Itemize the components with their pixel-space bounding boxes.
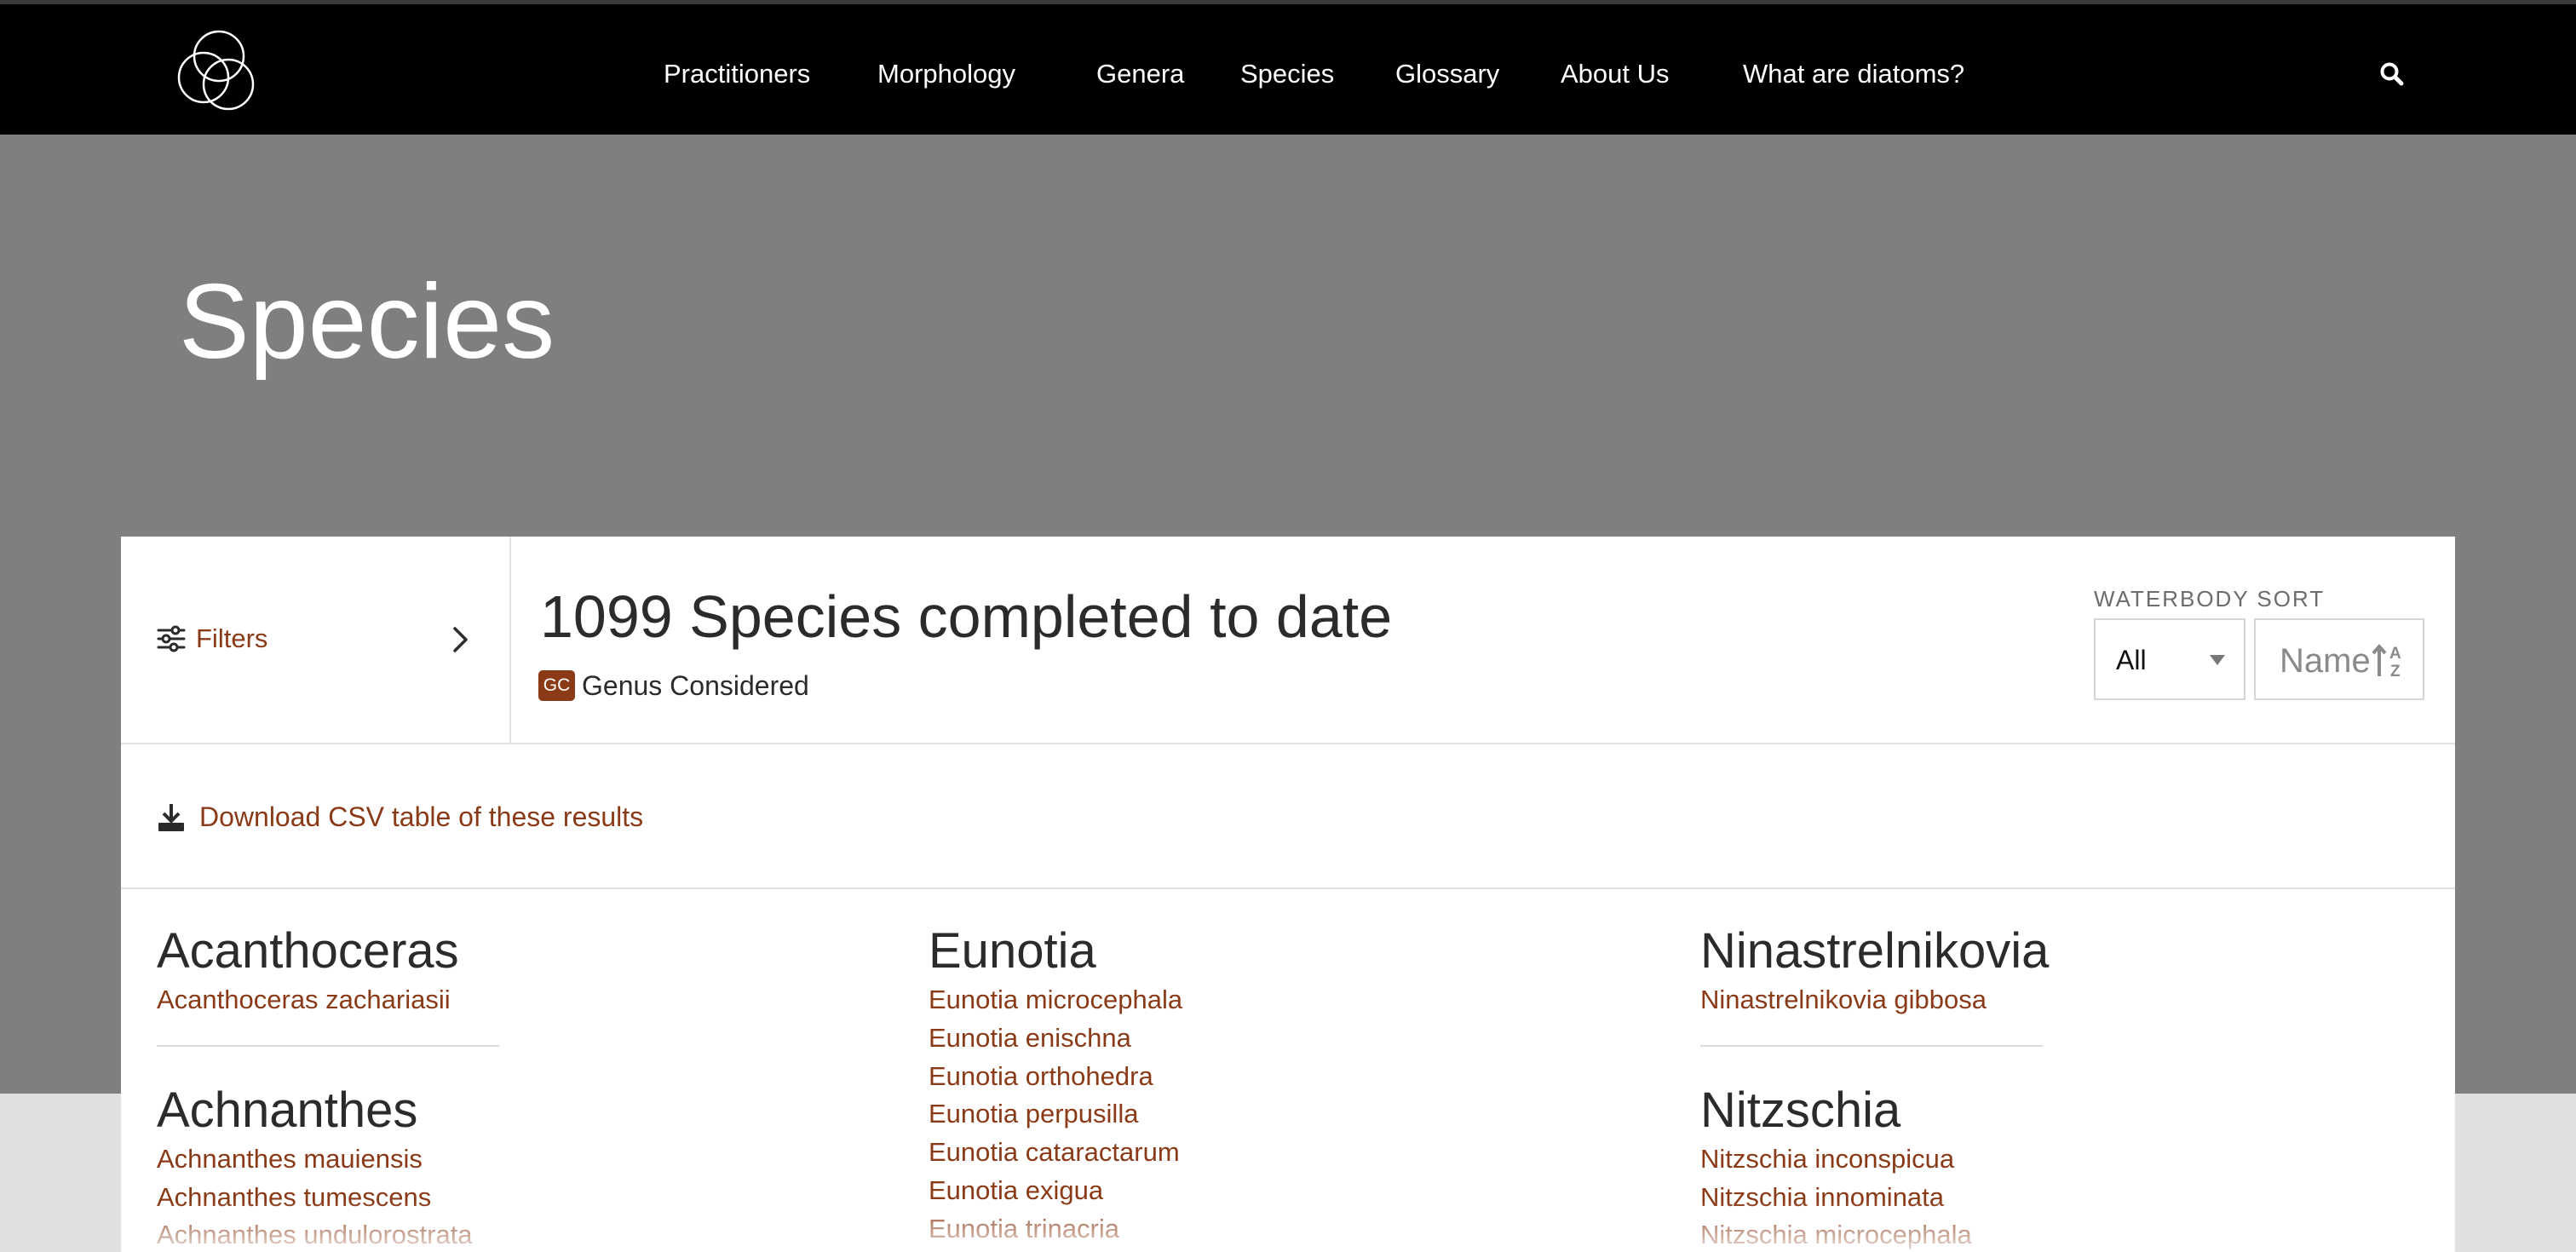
waterbody-selected-value: All bbox=[2116, 645, 2147, 675]
search-icon[interactable] bbox=[2378, 60, 2406, 88]
species-link[interactable]: Eunotia orthohedra bbox=[929, 1058, 1627, 1096]
genus-considered-label: Genus Considered bbox=[582, 670, 809, 701]
species-link[interactable]: Eunotia cataractarum bbox=[929, 1134, 1627, 1172]
filters-toggle[interactable]: Filters bbox=[121, 537, 511, 743]
genus-heading: Acanthoceras bbox=[157, 923, 459, 979]
species-link[interactable]: Ninastrelnikovia gibbosa bbox=[1700, 981, 2399, 1019]
species-link[interactable]: Eunotia trinacria bbox=[929, 1210, 1627, 1249]
waterbody-select[interactable]: All bbox=[2094, 618, 2245, 700]
species-link[interactable]: Eunotia exigua bbox=[929, 1172, 1627, 1210]
panel-divider bbox=[121, 887, 2455, 889]
species-link[interactable]: Acanthoceras zachariasii bbox=[157, 981, 855, 1019]
genus-heading: Achnanthes bbox=[157, 1082, 418, 1138]
genus-heading: Nitzschia bbox=[1700, 1082, 1901, 1138]
filters-label: Filters bbox=[196, 623, 268, 653]
nav-morphology[interactable]: Morphology bbox=[877, 59, 1015, 89]
species-column: Ninastrelnikovia Ninastrelnikovia gibbos… bbox=[1700, 922, 2399, 1252]
genus-separator bbox=[1700, 1044, 2043, 1047]
main-nav: Practitioners Morphology Genera Species … bbox=[0, 4, 2576, 139]
species-link[interactable]: Nitzschia innominata bbox=[1700, 1179, 2399, 1217]
svg-text:Z: Z bbox=[2390, 663, 2401, 680]
results-count-title: 1099 Species completed to date bbox=[540, 583, 1393, 650]
species-link[interactable]: Eunotia enischna bbox=[929, 1019, 1627, 1058]
nav-glossary[interactable]: Glossary bbox=[1395, 59, 1499, 89]
species-link[interactable]: Achnanthes undulorostrata bbox=[157, 1216, 855, 1252]
name-sort-label: Name bbox=[2280, 642, 2371, 680]
species-link[interactable]: Eunotia perpusilla bbox=[929, 1095, 1627, 1134]
species-column: Eunotia Eunotia microcephala Eunotia eni… bbox=[929, 922, 1627, 1249]
panel-divider bbox=[121, 743, 2455, 744]
chevron-right-icon bbox=[453, 627, 468, 652]
svg-text:A: A bbox=[2389, 645, 2401, 663]
results-panel: Filters 1099 Species completed to date G… bbox=[121, 537, 2455, 1252]
genus-separator bbox=[157, 1044, 499, 1047]
species-link[interactable]: Eunotia microcephala bbox=[929, 981, 1627, 1019]
waterbody-sort-label: WATERBODY SORT bbox=[2094, 586, 2326, 612]
download-csv-link[interactable]: Download CSV table of these results bbox=[199, 801, 643, 833]
name-sort-button[interactable]: Name A Z bbox=[2254, 618, 2424, 700]
page-title: Species bbox=[179, 263, 555, 381]
nav-what-are-diatoms[interactable]: What are diatoms? bbox=[1743, 59, 1964, 89]
sort-alpha-icon: A Z bbox=[2372, 643, 2401, 680]
species-link[interactable]: Nitzschia inconspicua bbox=[1700, 1140, 2399, 1179]
species-link[interactable]: Achnanthes mauiensis bbox=[157, 1140, 855, 1179]
species-link[interactable]: Achnanthes tumescens bbox=[157, 1179, 855, 1217]
species-link[interactable]: Nitzschia microcephala bbox=[1700, 1216, 2399, 1252]
nav-species[interactable]: Species bbox=[1240, 59, 1334, 89]
genus-heading: Eunotia bbox=[929, 923, 1096, 979]
genus-considered-badge: GC bbox=[538, 670, 575, 701]
nav-about-us[interactable]: About Us bbox=[1561, 59, 1670, 89]
nav-practitioners[interactable]: Practitioners bbox=[664, 59, 810, 89]
nav-genera[interactable]: Genera bbox=[1096, 59, 1184, 89]
genus-heading: Ninastrelnikovia bbox=[1700, 923, 2050, 979]
top-nav-bar: Practitioners Morphology Genera Species … bbox=[0, 0, 2576, 135]
download-icon bbox=[158, 804, 184, 831]
caret-down-icon bbox=[2210, 655, 2225, 665]
sliders-icon bbox=[157, 625, 186, 652]
species-column: Acanthoceras Acanthoceras zachariasii Ac… bbox=[157, 922, 855, 1252]
